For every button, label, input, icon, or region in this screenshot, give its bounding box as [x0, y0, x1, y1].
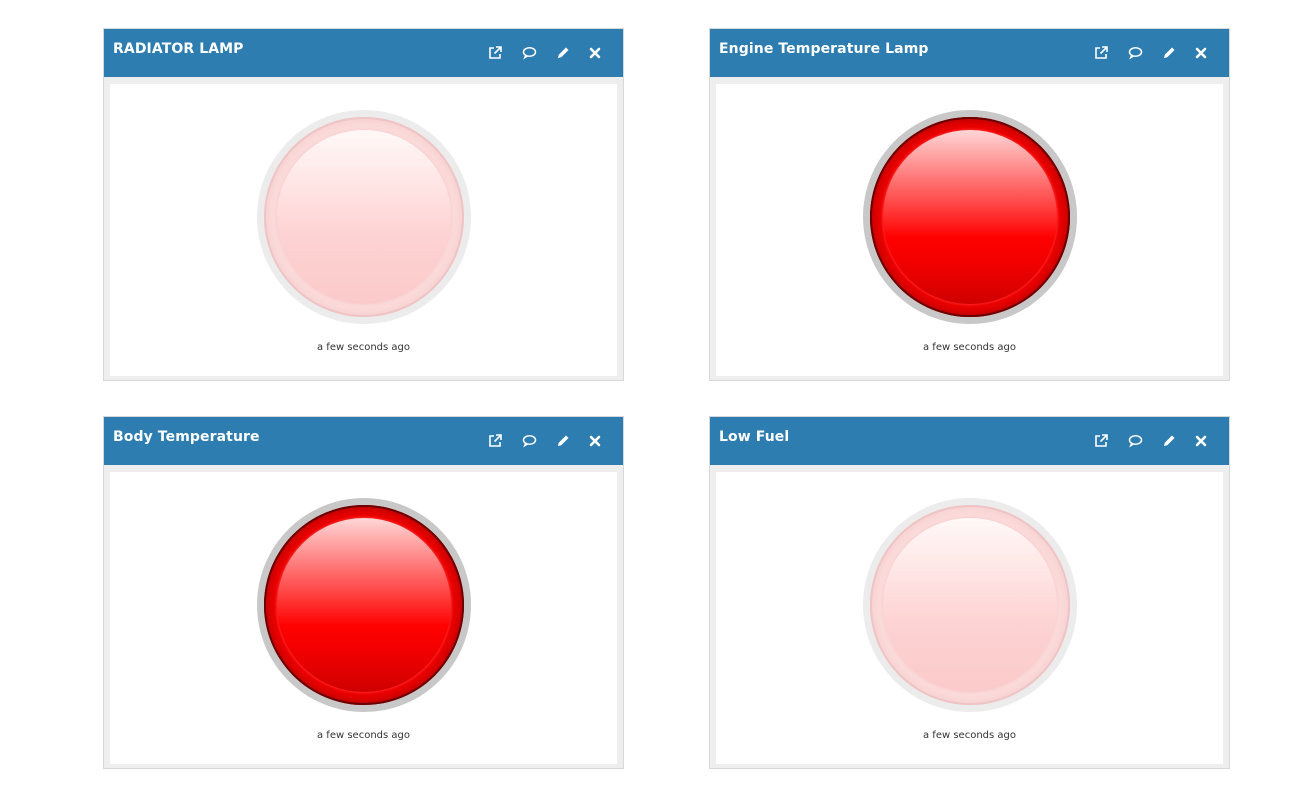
status-lamp: [257, 498, 471, 712]
widget-title: Low Fuel: [719, 429, 790, 445]
widget-body: a few seconds ago: [716, 84, 1223, 376]
last-updated: a few seconds ago: [317, 730, 410, 741]
comment-icon[interactable]: [1125, 43, 1145, 63]
close-icon[interactable]: [585, 431, 605, 451]
lamp-core: [277, 130, 451, 304]
widget-body-temperature: Body Temperature a few seconds ago: [103, 416, 624, 769]
pencil-icon[interactable]: [1159, 431, 1179, 451]
comment-icon[interactable]: [519, 431, 539, 451]
widget-body: a few seconds ago: [716, 472, 1223, 764]
status-lamp: [863, 498, 1077, 712]
external-link-icon[interactable]: [485, 43, 505, 63]
external-link-icon[interactable]: [485, 431, 505, 451]
lamp-core: [277, 518, 451, 692]
widget-body: a few seconds ago: [110, 84, 617, 376]
status-lamp: [257, 110, 471, 324]
last-updated: a few seconds ago: [923, 730, 1016, 741]
widget-header: RADIATOR LAMP: [104, 29, 623, 77]
external-link-icon[interactable]: [1091, 43, 1111, 63]
widget-header: Body Temperature: [104, 417, 623, 465]
comment-icon[interactable]: [519, 43, 539, 63]
widget-title: RADIATOR LAMP: [113, 41, 244, 57]
close-icon[interactable]: [1191, 43, 1211, 63]
pencil-icon[interactable]: [1159, 43, 1179, 63]
pencil-icon[interactable]: [553, 43, 573, 63]
widget-header: Engine Temperature Lamp: [710, 29, 1229, 77]
widget-body: a few seconds ago: [110, 472, 617, 764]
widget-title: Engine Temperature Lamp: [719, 41, 929, 57]
widget-title: Body Temperature: [113, 429, 260, 445]
comment-icon[interactable]: [1125, 431, 1145, 451]
widget-engine-temperature-lamp: Engine Temperature Lamp a few seconds ag…: [709, 28, 1230, 381]
external-link-icon[interactable]: [1091, 431, 1111, 451]
last-updated: a few seconds ago: [923, 342, 1016, 353]
lamp-core: [883, 518, 1057, 692]
lamp-core: [883, 130, 1057, 304]
status-lamp: [863, 110, 1077, 324]
last-updated: a few seconds ago: [317, 342, 410, 353]
pencil-icon[interactable]: [553, 431, 573, 451]
widget-low-fuel: Low Fuel a few seconds ago: [709, 416, 1230, 769]
widget-radiator-lamp: RADIATOR LAMP a few seconds ago: [103, 28, 624, 381]
widget-header: Low Fuel: [710, 417, 1229, 465]
close-icon[interactable]: [1191, 431, 1211, 451]
close-icon[interactable]: [585, 43, 605, 63]
